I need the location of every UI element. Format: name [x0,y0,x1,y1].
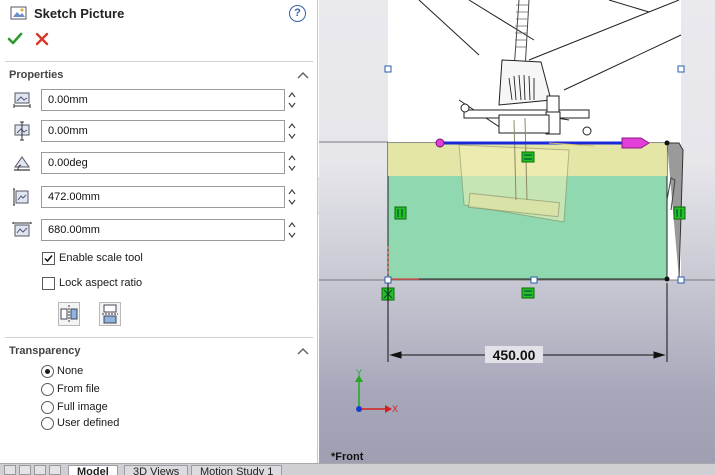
y-position-spinner[interactable] [286,120,298,142]
flip-horizontal-button[interactable] [58,302,80,326]
view-orientation-label: *Front [331,451,364,463]
transparency-section-header[interactable]: Transparency [9,345,81,357]
help-icon[interactable]: ? [289,5,306,22]
tab-scroll-last-icon[interactable] [49,465,61,475]
sketch-picture-icon [10,6,27,20]
close-icon[interactable] [35,32,49,46]
flip-vertical-button[interactable] [99,302,121,326]
rotation-angle-icon [14,156,30,171]
property-manager: Sketch Picture ? Properties 0.00mm 0.00m… [0,0,318,463]
sketch-endpoint[interactable] [435,138,445,148]
chevron-up-icon[interactable] [297,347,309,355]
tab-scroll-prev-icon[interactable] [19,465,31,475]
tab-motion-study-1[interactable]: Motion Study 1 [191,465,283,475]
sketch-endpoint[interactable] [664,276,670,282]
coordinate-triad: Y X [355,368,398,414]
triad-y-label: Y [356,368,362,378]
radio-button[interactable] [41,401,54,414]
bottom-tab-bar: Model 3D Views Motion Study 1 [0,463,715,475]
y-origin-icon [14,121,30,141]
graphics-viewport[interactable]: 450.00 Y X *Front [319,0,715,463]
radio-button[interactable] [41,365,54,378]
panel-title: Sketch Picture [34,6,125,21]
sketch-endpoint[interactable] [664,140,670,146]
height-icon [13,188,29,206]
flip-horizontal-icon [60,305,78,323]
triad-x-label: X [392,404,398,414]
angle-field[interactable]: 0.00deg [41,152,285,174]
sketch-canvas[interactable]: 450.00 Y X [319,0,715,463]
width-field[interactable]: 680.00mm [41,219,285,241]
checkbox-box[interactable] [42,252,55,265]
radio-label: Full image [57,401,108,413]
checkmark-icon [44,255,53,263]
angle-spinner[interactable] [286,152,298,174]
y-position-field[interactable]: 0.00mm [41,120,285,142]
height-field[interactable]: 472.00mm [41,186,285,208]
radio-button[interactable] [41,417,54,430]
divider [5,337,313,338]
radio-label: User defined [57,417,120,429]
check-icon[interactable] [7,31,23,47]
width-icon [12,222,32,237]
enable-scale-tool-label: Enable scale tool [59,252,143,264]
tab-3d-views[interactable]: 3D Views [124,465,189,475]
checkbox-box[interactable] [42,277,55,290]
width-spinner[interactable] [286,219,298,241]
property-manager-header: Sketch Picture ? [0,0,318,28]
radio-label: None [57,365,84,377]
chevron-up-icon[interactable] [297,71,309,79]
lock-aspect-ratio-label: Lock aspect ratio [59,277,143,289]
dimension-value[interactable]: 450.00 [493,347,536,363]
x-position-spinner[interactable] [286,89,298,111]
divider [5,61,313,62]
tab-scroll-next-icon[interactable] [34,465,46,475]
height-spinner[interactable] [286,186,298,208]
radio-label: From file [57,383,100,395]
tab-scroll-first-icon[interactable] [4,465,16,475]
flip-vertical-icon [102,304,118,324]
tab-model[interactable]: Model [68,465,118,475]
radio-button[interactable] [41,383,54,396]
properties-section-header[interactable]: Properties [9,69,63,81]
x-position-field[interactable]: 0.00mm [41,89,285,111]
x-origin-icon [13,92,31,108]
